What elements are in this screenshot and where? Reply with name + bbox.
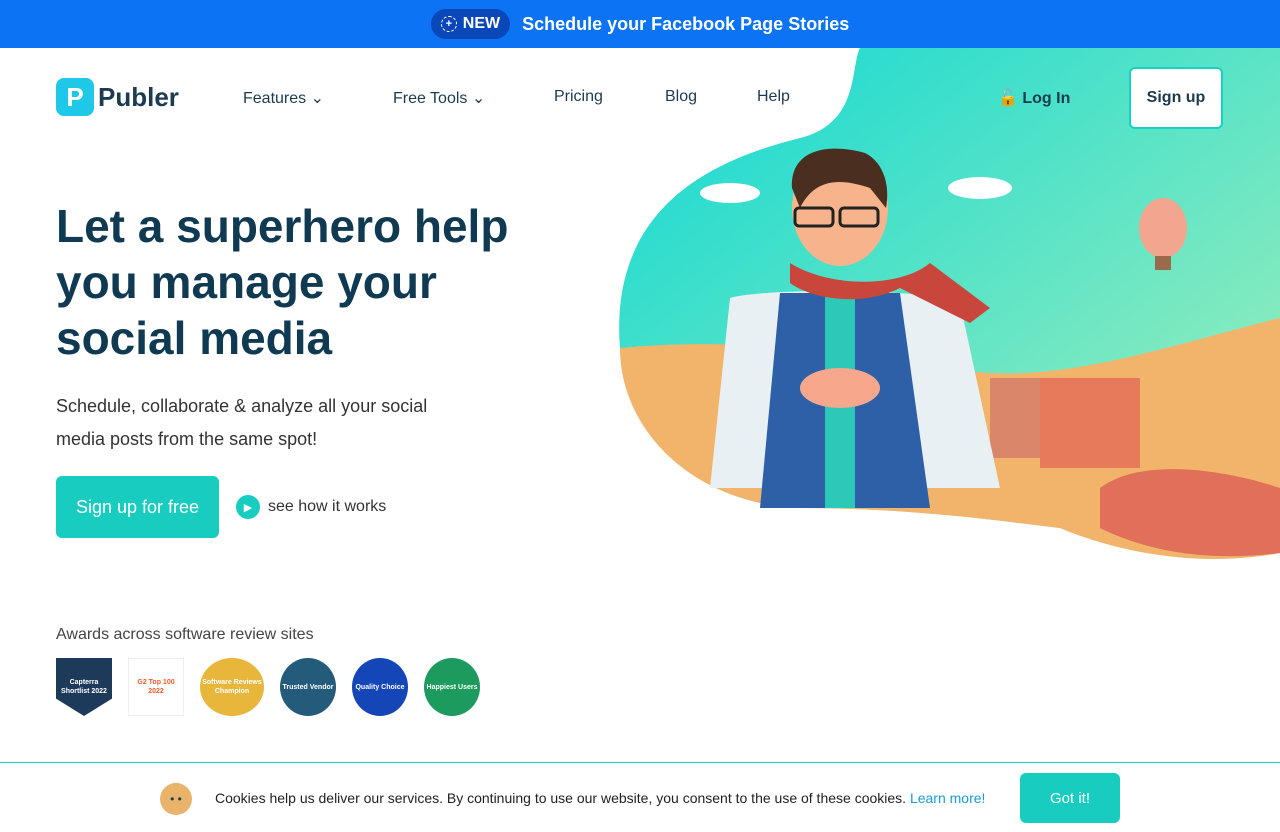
login-link[interactable]: 🔓 Log In bbox=[998, 88, 1070, 108]
awards-title: Awards across software review sites bbox=[56, 626, 314, 643]
main-nav: P Publer Features ⌄ Free Tools ⌄ Pricing … bbox=[0, 48, 1280, 148]
nav-pricing[interactable]: Pricing bbox=[554, 88, 603, 106]
publer-logo[interactable]: P Publer bbox=[56, 78, 179, 116]
nav-free-tools[interactable]: Free Tools ⌄ bbox=[393, 88, 485, 108]
chevron-down-icon: ⌄ bbox=[471, 90, 486, 107]
see-how-it-works-link[interactable]: ▶ see how it works bbox=[236, 495, 386, 519]
learn-more-link[interactable]: Learn more! bbox=[910, 790, 985, 806]
chevron-down-icon: ⌄ bbox=[310, 90, 324, 107]
hero-title: Let a superhero help you manage your soc… bbox=[56, 200, 509, 364]
hero-subtitle: Schedule, collaborate & analyze all your… bbox=[56, 396, 428, 449]
award-badge: Happiest Users bbox=[424, 658, 480, 716]
cookie-banner: • • Cookies help us deliver our services… bbox=[0, 762, 1280, 832]
publer-logo-icon: P bbox=[56, 78, 94, 116]
nav-help[interactable]: Help bbox=[757, 88, 790, 106]
lock-icon: 🔓 bbox=[998, 90, 1018, 107]
cookie-text: Cookies help us deliver our services. By… bbox=[215, 790, 986, 806]
announcement-message[interactable]: Schedule your Facebook Page Stories bbox=[522, 14, 849, 35]
award-badge: Trusted Vendor bbox=[280, 658, 336, 716]
signup-free-button[interactable]: Sign up for free bbox=[56, 476, 219, 538]
award-badge: G2 Top 100 2022 bbox=[128, 658, 184, 716]
award-badge: Quality Choice bbox=[352, 658, 408, 716]
nav-blog[interactable]: Blog bbox=[665, 88, 697, 106]
nav-features[interactable]: Features ⌄ bbox=[243, 88, 324, 108]
signup-button[interactable]: Sign up bbox=[1129, 67, 1223, 129]
got-it-button[interactable]: Got it! bbox=[1020, 773, 1120, 823]
award-badge: Capterra Shortlist 2022 bbox=[56, 658, 112, 716]
cookie-icon: • • bbox=[160, 783, 192, 815]
new-badge: + NEW bbox=[430, 9, 511, 39]
plus-circle-icon: + bbox=[440, 16, 457, 32]
award-badges: Capterra Shortlist 2022 G2 Top 100 2022 … bbox=[56, 658, 480, 716]
announcement-bar[interactable]: + NEW Schedule your Facebook Page Stories bbox=[0, 0, 1280, 48]
play-icon: ▶ bbox=[236, 495, 260, 519]
award-badge: Software Reviews Champion bbox=[200, 658, 264, 716]
